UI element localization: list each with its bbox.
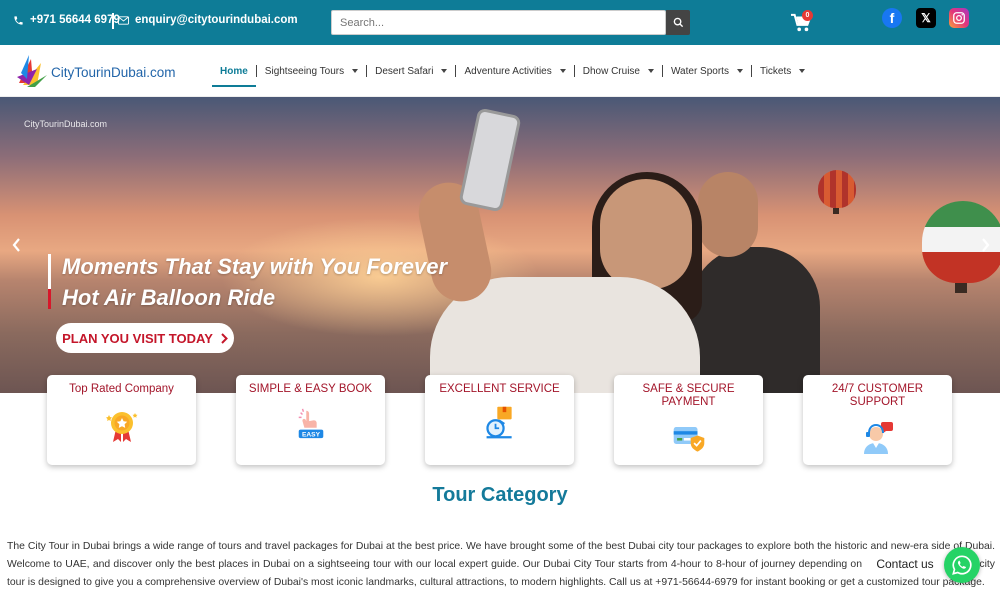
feature-card-top-rated: Top Rated Company bbox=[47, 375, 196, 465]
chevron-down-icon bbox=[736, 69, 743, 73]
slider-next-arrow-icon[interactable] bbox=[977, 235, 993, 255]
award-icon bbox=[106, 412, 138, 442]
man-head bbox=[698, 172, 758, 257]
woman-head bbox=[600, 179, 692, 289]
nav-label: Home bbox=[220, 65, 248, 77]
chevron-down-icon bbox=[559, 69, 566, 73]
contact-us-label[interactable]: Contact us bbox=[862, 552, 948, 576]
slider-prev-arrow-icon[interactable] bbox=[8, 235, 24, 255]
search-input[interactable] bbox=[331, 10, 666, 35]
feature-title: 24/7 CUSTOMER SUPPORT bbox=[831, 383, 924, 408]
nav-item-sightseeing-tours[interactable]: Sightseeing Tours bbox=[257, 45, 366, 97]
site-logo[interactable]: CityTourinDubai.com bbox=[15, 53, 176, 89]
secure-card-icon bbox=[673, 426, 705, 452]
hero-slider: CityTourinDubai.com Moments That Stay wi… bbox=[0, 97, 1000, 393]
main-navbar: CityTourinDubai.com Home Sightseeing Tou… bbox=[0, 45, 1000, 97]
chevron-down-icon bbox=[799, 69, 806, 73]
phone-icon bbox=[14, 15, 23, 25]
search-icon bbox=[673, 17, 683, 28]
hero-accent-red bbox=[48, 289, 51, 309]
nav-label: Desert Safari bbox=[375, 65, 434, 77]
nav-label: Sightseeing Tours bbox=[264, 65, 345, 77]
contact-divider bbox=[112, 13, 114, 29]
service-clock-icon bbox=[486, 406, 512, 439]
nav-item-adventure-activities[interactable]: Adventure Activities bbox=[456, 45, 573, 97]
logo-mark-icon bbox=[17, 55, 47, 87]
instagram-icon[interactable] bbox=[949, 8, 969, 28]
hero-subheadline: Hot Air Balloon Ride bbox=[62, 285, 276, 310]
feature-title: EXCELLENT SERVICE bbox=[439, 383, 560, 395]
x-twitter-icon[interactable]: 𝕏 bbox=[916, 8, 936, 28]
nav-label: Adventure Activities bbox=[464, 65, 552, 77]
chevron-down-icon bbox=[352, 69, 359, 73]
nav-item-home[interactable]: Home bbox=[212, 45, 256, 97]
main-menu: Home Sightseeing Tours Desert Safari Adv… bbox=[212, 45, 813, 97]
man-figure bbox=[690, 247, 820, 393]
top-bar: +971 56644 6979 enquiry@citytourindubai.… bbox=[0, 0, 1000, 45]
easy-hand-icon: EASY bbox=[298, 408, 324, 438]
nav-item-desert-safari[interactable]: Desert Safari bbox=[367, 45, 455, 97]
intro-paragraph: The City Tour in Dubai brings a wide ran… bbox=[7, 541, 995, 588]
nav-label: Water Sports bbox=[670, 65, 729, 77]
plan-visit-button[interactable]: PLAN YOU VISIT TODAY bbox=[56, 323, 234, 353]
whatsapp-icon bbox=[952, 555, 972, 575]
feature-card-excellent-service: EXCELLENT SERVICE bbox=[425, 375, 574, 465]
feature-card-customer-support: 24/7 CUSTOMER SUPPORT bbox=[803, 375, 952, 465]
feature-title: SIMPLE & EASY BOOK bbox=[248, 383, 373, 395]
chevron-right-icon bbox=[221, 332, 228, 344]
balloon-basket bbox=[833, 208, 839, 214]
page: +971 56644 6979 enquiry@citytourindubai.… bbox=[0, 0, 1000, 600]
email-address: enquiry@citytourindubai.com bbox=[135, 14, 298, 26]
chevron-down-icon bbox=[441, 69, 448, 73]
email-link[interactable]: enquiry@citytourindubai.com bbox=[118, 14, 298, 26]
nav-label: Tickets bbox=[759, 65, 792, 77]
facebook-icon[interactable]: f bbox=[882, 8, 902, 28]
nav-item-water-sports[interactable]: Water Sports bbox=[663, 45, 751, 97]
hot-air-balloon-small bbox=[818, 170, 856, 208]
search-button[interactable] bbox=[666, 10, 690, 35]
hero-headline: Moments That Stay with You Forever bbox=[62, 254, 448, 279]
cta-label: PLAN YOU VISIT TODAY bbox=[62, 330, 213, 346]
whatsapp-button[interactable] bbox=[944, 547, 980, 583]
feature-title: SAFE & SECURE PAYMENT bbox=[642, 383, 735, 408]
feature-card-secure-payment: SAFE & SECURE PAYMENT bbox=[614, 375, 763, 465]
section-title: Tour Category bbox=[432, 484, 568, 506]
feature-card-easy-book: SIMPLE & EASY BOOK EASY bbox=[236, 375, 385, 465]
hero-watermark-logo: CityTourinDubai.com bbox=[24, 119, 108, 129]
nav-item-dhow-cruise[interactable]: Dhow Cruise bbox=[575, 45, 662, 97]
chevron-down-icon bbox=[647, 69, 654, 73]
phone-link[interactable]: +971 56644 6979 bbox=[13, 14, 120, 26]
cart-count-badge: 0 bbox=[802, 10, 813, 21]
logo-text: CityTourinDubai.com bbox=[51, 65, 176, 80]
mail-icon bbox=[118, 15, 129, 25]
feature-title: Top Rated Company bbox=[69, 383, 174, 395]
balloon-basket bbox=[955, 283, 967, 293]
nav-label: Dhow Cruise bbox=[582, 65, 640, 77]
phone-number: +971 56644 6979 bbox=[30, 14, 120, 26]
svg-text:EASY: EASY bbox=[302, 431, 321, 438]
smartphone bbox=[458, 107, 522, 213]
support-agent-icon bbox=[864, 422, 893, 454]
nav-item-tickets[interactable]: Tickets bbox=[752, 45, 813, 97]
